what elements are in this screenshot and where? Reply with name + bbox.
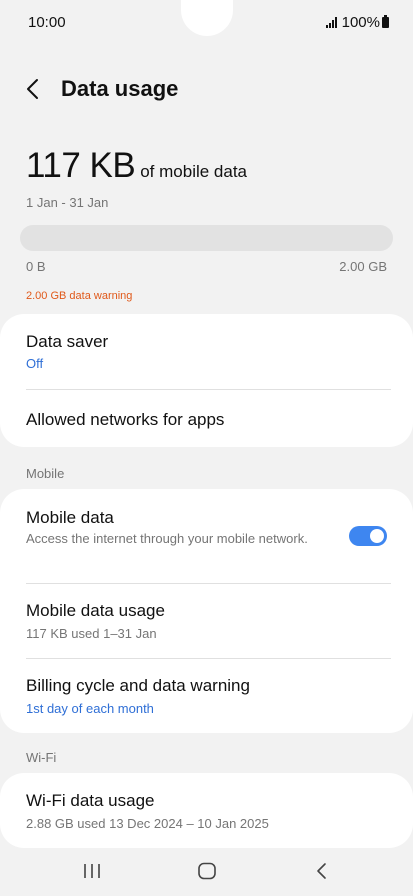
page-header: Data usage [0,66,413,112]
usage-bar-max: 2.00 GB [339,259,387,274]
usage-period: 1 Jan - 31 Jan [26,195,109,210]
wifi-data-usage-title: Wi-Fi data usage [26,791,155,810]
mobile-data-row[interactable]: Mobile data Access the internet through … [0,489,413,583]
toggle-knob [370,529,384,543]
battery-icon [382,15,389,28]
camera-notch [181,0,233,36]
usage-suffix: of mobile data [140,162,248,181]
home-icon[interactable] [197,862,217,880]
status-bar: 10:00 100% [0,0,413,46]
mobile-data-usage-title: Mobile data usage [26,601,165,620]
back-icon[interactable] [313,862,331,880]
data-saver-row[interactable]: Data saver Off [0,314,413,389]
navigation-bar [0,848,413,896]
allowed-networks-title: Allowed networks for apps [26,410,225,429]
recents-icon[interactable] [82,862,102,880]
wifi-data-usage-sub: 2.88 GB used 13 Dec 2024 – 10 Jan 2025 [26,816,269,831]
usage-amount: 117 KB [26,146,136,185]
usage-bar-min: 0 B [26,259,46,274]
billing-cycle-sub: 1st day of each month [26,701,154,716]
wifi-settings-card: Wi-Fi data usage 2.88 GB used 13 Dec 202… [0,773,413,848]
usage-summary: 117 KB of mobile data [26,146,247,186]
mobile-data-usage-sub: 117 KB used 1–31 Jan [26,626,157,641]
section-label-mobile: Mobile [26,466,65,481]
data-saver-value: Off [26,356,44,371]
wifi-data-usage-row[interactable]: Wi-Fi data usage 2.88 GB used 13 Dec 202… [0,773,413,848]
data-saver-title: Data saver [26,332,109,351]
billing-cycle-row[interactable]: Billing cycle and data warning 1st day o… [0,659,413,733]
mobile-data-description: Access the internet through your mobile … [26,531,308,546]
data-warning-label: 2.00 GB data warning [26,290,133,302]
page-title: Data usage [61,76,179,101]
usage-progress-bar [20,225,393,251]
mobile-settings-card: Mobile data Access the internet through … [0,489,413,733]
mobile-data-usage-row[interactable]: Mobile data usage 117 KB used 1–31 Jan [0,584,413,658]
mobile-data-toggle[interactable] [349,526,387,546]
section-label-wifi: Wi-Fi [26,750,57,765]
chevron-left-icon[interactable] [22,76,44,102]
battery-percent: 100% [341,14,380,31]
billing-cycle-title: Billing cycle and data warning [26,676,250,695]
allowed-networks-row[interactable]: Allowed networks for apps [0,390,413,447]
status-time: 10:00 [28,14,66,31]
general-settings-card: Data saver Off Allowed networks for apps [0,314,413,447]
mobile-data-title: Mobile data [26,508,114,527]
signal-icon [325,17,337,28]
status-indicators: 100% [325,14,389,31]
